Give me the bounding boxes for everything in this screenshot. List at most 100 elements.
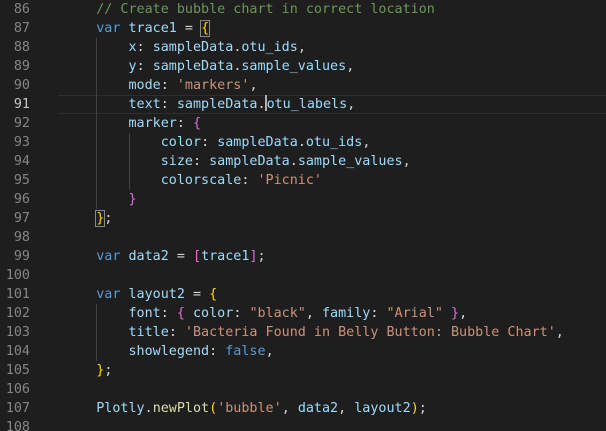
code-token: : bbox=[193, 153, 210, 169]
code-line[interactable]: 87 var trace1 = { bbox=[0, 19, 606, 38]
code-token: { bbox=[193, 115, 202, 131]
code-token: sampleData bbox=[176, 96, 258, 112]
code-token: : bbox=[370, 305, 387, 321]
code-token: . bbox=[289, 153, 298, 169]
code-token: ) bbox=[410, 400, 419, 416]
code-token: ; bbox=[257, 248, 266, 264]
code-line[interactable]: 97}; bbox=[0, 209, 606, 228]
code-token: , bbox=[459, 305, 468, 321]
code-token: = bbox=[168, 248, 193, 264]
code-token: family bbox=[322, 305, 371, 321]
indent-guide bbox=[96, 341, 98, 361]
code-token: color bbox=[193, 305, 234, 321]
line-number: 103 bbox=[5, 324, 30, 340]
code-line[interactable]: 104 showlegend: false, bbox=[0, 341, 606, 361]
code-token: : bbox=[176, 115, 193, 131]
code-token: trace1 bbox=[201, 248, 250, 264]
code-line[interactable]: 106 bbox=[0, 380, 606, 399]
code-token: showlegend bbox=[128, 343, 210, 359]
code-token: false bbox=[225, 343, 266, 359]
code-line[interactable]: 101 var layout2 = { bbox=[0, 285, 606, 304]
code-line[interactable]: 95 colorscale: 'Picnic' bbox=[0, 170, 606, 190]
code-line[interactable]: 91 text: sampleData.otu_labels, bbox=[0, 94, 606, 114]
code-token: marker bbox=[128, 115, 177, 131]
code-line[interactable]: 89 y: sampleData.sample_values, bbox=[0, 56, 606, 76]
line-number: 89 bbox=[13, 58, 30, 74]
code-token: ] bbox=[249, 248, 258, 264]
indent-guide bbox=[96, 113, 98, 133]
code-token: : bbox=[136, 39, 153, 55]
code-text: font: { color: "black", family: "Arial" … bbox=[129, 304, 468, 323]
indent-guide bbox=[96, 189, 98, 209]
code-token: : bbox=[136, 58, 153, 74]
code-token: : bbox=[160, 305, 177, 321]
code-token: , bbox=[555, 324, 564, 340]
code-token: = bbox=[184, 286, 210, 302]
code-token: . bbox=[297, 134, 306, 150]
code-line[interactable]: 105}; bbox=[0, 361, 606, 380]
code-token: , bbox=[347, 96, 356, 112]
code-token: , bbox=[297, 39, 306, 55]
code-token: x bbox=[128, 39, 137, 55]
code-token: 'Bacteria Found in Belly Button: Bubble … bbox=[184, 324, 556, 340]
code-token: "black" bbox=[249, 305, 306, 321]
code-token: : bbox=[209, 343, 226, 359]
indent-guide bbox=[128, 151, 130, 171]
code-token: ; bbox=[418, 400, 427, 416]
line-number: 97 bbox=[13, 210, 30, 226]
code-line[interactable]: 90 mode: 'markers', bbox=[0, 75, 606, 95]
line-number: 100 bbox=[5, 267, 30, 283]
line-number: 98 bbox=[13, 229, 30, 245]
code-line[interactable]: 102 font: { color: "black", family: "Aria… bbox=[0, 303, 606, 323]
code-token: . bbox=[144, 400, 153, 416]
code-token: } bbox=[451, 305, 460, 321]
code-token: // Create bubble chart in correct locati… bbox=[96, 1, 435, 17]
code-token: sample_values bbox=[297, 153, 403, 169]
indent-guide bbox=[96, 322, 98, 342]
line-number: 108 bbox=[5, 419, 30, 431]
code-text: x: sampleData.otu_ids, bbox=[129, 38, 306, 57]
code-token: sample_values bbox=[241, 58, 347, 74]
code-line[interactable]: 94 size: sampleData.sample_values, bbox=[0, 151, 606, 171]
code-line[interactable]: 88 x: sampleData.otu_ids, bbox=[0, 37, 606, 57]
code-line[interactable]: 86 // Create bubble chart in correct loca… bbox=[0, 0, 606, 19]
code-line[interactable]: 99 var data2 = [trace1]; bbox=[0, 247, 606, 266]
code-token: : bbox=[160, 96, 177, 112]
indent-guide bbox=[96, 56, 98, 76]
code-token: , bbox=[362, 134, 371, 150]
code-line[interactable]: 96} bbox=[0, 189, 606, 209]
indent-guide bbox=[96, 151, 98, 171]
code-text: size: sampleData.sample_values, bbox=[161, 152, 411, 171]
code-token: , bbox=[402, 153, 411, 169]
code-line[interactable]: 100 bbox=[0, 266, 606, 285]
code-text: text: sampleData.otu_labels, bbox=[129, 94, 356, 114]
code-token: var bbox=[96, 286, 121, 302]
code-text: title: 'Bacteria Found in Belly Button: … bbox=[129, 323, 564, 342]
code-token: data2 bbox=[128, 248, 169, 264]
line-number: 88 bbox=[13, 39, 30, 55]
line-number: 86 bbox=[13, 1, 30, 17]
code-text: showlegend: false, bbox=[129, 342, 274, 361]
code-line[interactable]: 98 bbox=[0, 228, 606, 247]
code-token: color bbox=[160, 134, 202, 150]
code-token: = bbox=[176, 20, 202, 36]
code-token: otu_labels bbox=[266, 96, 348, 112]
code-token: , bbox=[305, 305, 322, 321]
code-line[interactable]: 107 Plotly.newPlot('bubble', data2, layou… bbox=[0, 399, 606, 418]
indent-guide bbox=[96, 75, 98, 95]
code-editor[interactable]: 86 // Create bubble chart in correct loca… bbox=[0, 0, 606, 431]
code-text: var layout2 = { bbox=[96, 285, 217, 304]
indent-guide bbox=[96, 37, 98, 57]
code-token: : bbox=[201, 134, 218, 150]
code-text: } bbox=[129, 190, 137, 209]
code-line[interactable]: 108 bbox=[0, 418, 606, 431]
line-number: 107 bbox=[5, 400, 30, 416]
code-line[interactable]: 103 title: 'Bacteria Found in Belly Butto… bbox=[0, 322, 606, 342]
line-number: 104 bbox=[5, 343, 30, 359]
code-line[interactable]: 93 color: sampleData.otu_ids, bbox=[0, 132, 606, 152]
line-number: 94 bbox=[13, 153, 30, 169]
code-line[interactable]: 92 marker: { bbox=[0, 113, 606, 133]
